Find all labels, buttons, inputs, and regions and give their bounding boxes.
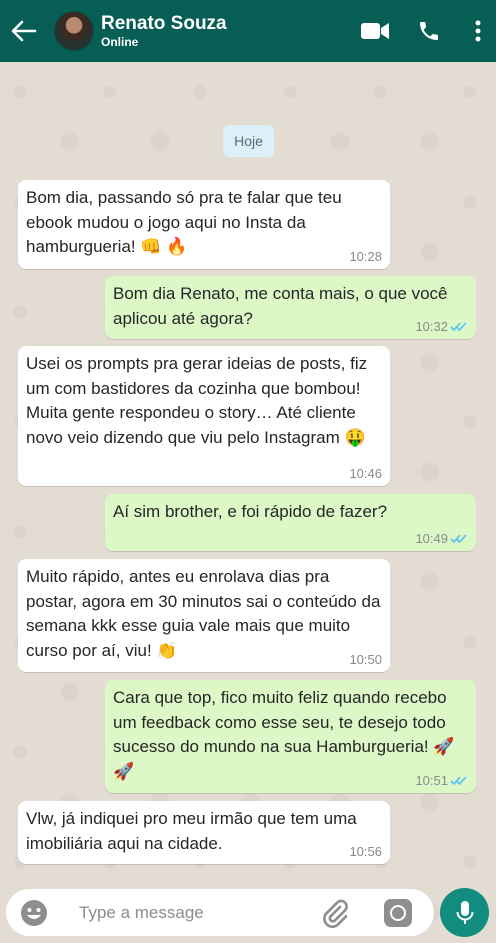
message-incoming[interactable]: Usei os prompts pra gerar ideias de post… xyxy=(18,346,390,486)
contact-name: Renato Souza xyxy=(101,13,227,34)
message-time: 10:28 xyxy=(349,249,382,264)
message-text: Usei os prompts pra gerar ideias de post… xyxy=(26,354,368,447)
header-actions xyxy=(360,16,496,46)
emoji-icon xyxy=(21,900,47,926)
message-time: 10:46 xyxy=(349,466,382,481)
phone-icon xyxy=(420,22,438,40)
chat-header: Renato Souza Online xyxy=(0,0,496,62)
message-incoming[interactable]: Bom dia, passando só pra te falar que te… xyxy=(18,180,390,269)
mic-icon xyxy=(456,900,473,924)
emoji-button[interactable] xyxy=(19,898,49,928)
date-chip: Hoje xyxy=(223,125,274,157)
more-options-button[interactable] xyxy=(468,16,488,46)
back-button[interactable] xyxy=(2,0,46,62)
attach-icon xyxy=(323,899,348,928)
contact-info[interactable]: Renato Souza Online xyxy=(101,13,227,49)
video-call-icon xyxy=(361,23,389,39)
message-time: 10:56 xyxy=(349,844,382,859)
voice-call-button[interactable] xyxy=(414,16,444,46)
message-text: Vlw, já indiquei pro meu irmão que tem u… xyxy=(26,809,357,853)
message-text: Cara que top, fico muito feliz quando re… xyxy=(113,688,455,781)
message-time: 10:32 xyxy=(415,319,448,334)
message-text: Muito rápido, antes eu enrolava dias pra… xyxy=(26,567,381,660)
message-meta: 10:32 xyxy=(415,319,468,334)
camera-icon xyxy=(384,899,412,927)
message-text: Bom dia, passando só pra te falar que te… xyxy=(26,188,342,256)
contact-status: Online xyxy=(101,35,139,49)
message-meta: 10:49 xyxy=(415,531,468,546)
video-call-button[interactable] xyxy=(360,16,390,46)
message-outgoing[interactable]: Bom dia Renato, me conta mais, o que voc… xyxy=(105,276,476,339)
attach-button[interactable] xyxy=(320,898,350,928)
composer-bar: Type a message xyxy=(0,882,496,943)
read-ticks-icon xyxy=(450,322,467,332)
avatar[interactable] xyxy=(54,11,94,51)
voice-record-button[interactable] xyxy=(440,888,489,937)
message-incoming[interactable]: Vlw, já indiquei pro meu irmão que tem u… xyxy=(18,801,390,864)
read-ticks-icon xyxy=(450,776,467,786)
back-arrow-icon xyxy=(11,20,37,42)
message-input-box[interactable]: Type a message xyxy=(6,889,434,936)
message-list[interactable]: Hoje Bom dia, passando só pra te falar q… xyxy=(0,62,496,943)
message-text: Aí sim brother, e foi rápido de fazer? xyxy=(113,502,388,521)
more-options-icon xyxy=(475,20,481,42)
message-time: 10:51 xyxy=(415,773,448,788)
message-outgoing[interactable]: Aí sim brother, e foi rápido de fazer? 1… xyxy=(105,494,476,551)
message-time: 10:50 xyxy=(349,652,382,667)
message-time: 10:49 xyxy=(415,531,448,546)
message-incoming[interactable]: Muito rápido, antes eu enrolava dias pra… xyxy=(18,559,390,672)
message-outgoing[interactable]: Cara que top, fico muito feliz quando re… xyxy=(105,680,476,793)
camera-button[interactable] xyxy=(384,899,412,927)
message-input-placeholder[interactable]: Type a message xyxy=(79,903,204,923)
message-meta: 10:51 xyxy=(415,773,468,788)
read-ticks-icon xyxy=(450,534,467,544)
